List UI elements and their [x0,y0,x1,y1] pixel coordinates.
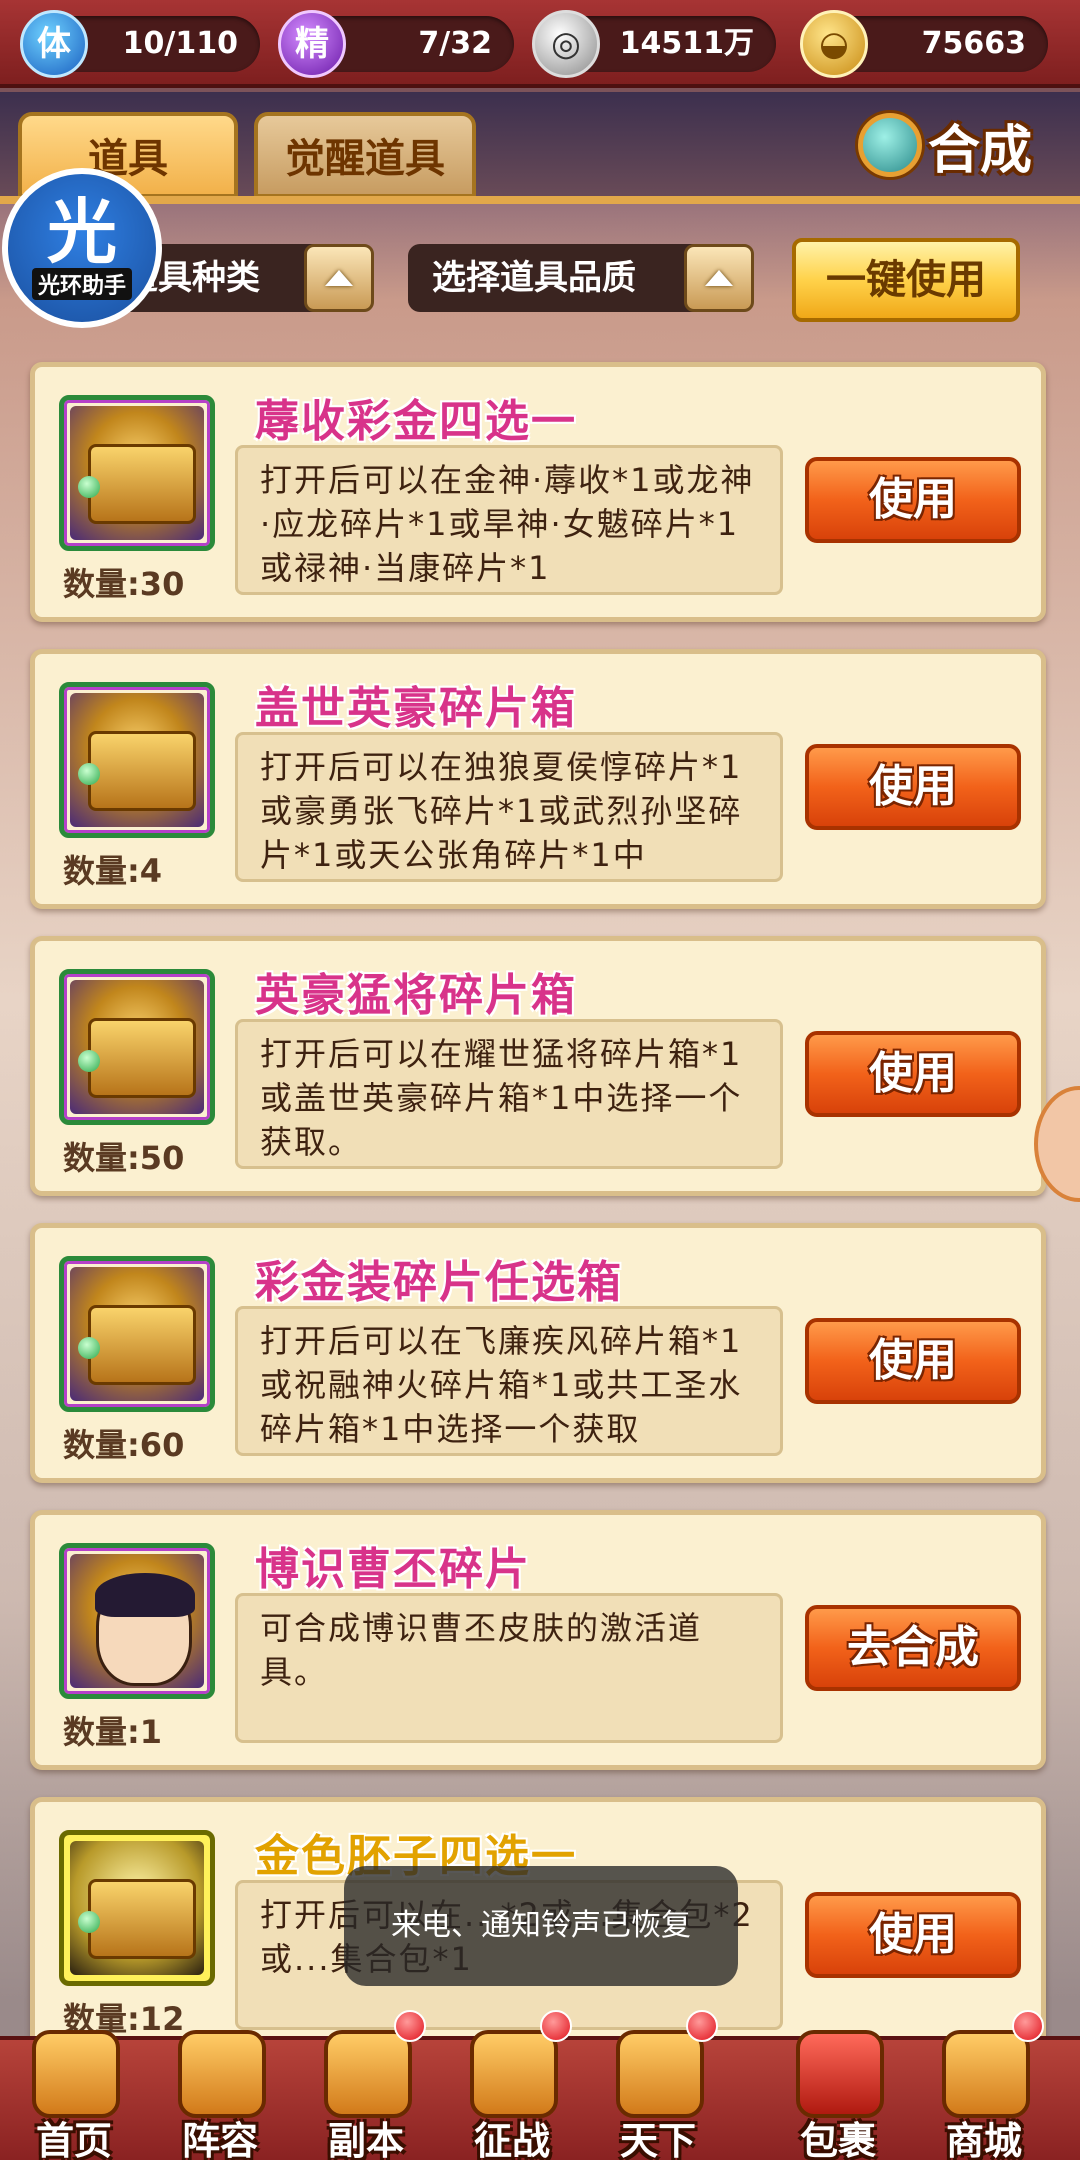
stamina-icon: 体 [20,10,88,78]
item-quantity: 数量:50 [63,1139,185,1177]
stamina-counter[interactable]: 体 10/110 [20,10,260,78]
nav-label: 首页 [35,2119,112,2160]
list-item: 数量:50 英豪猛将碎片箱 打开后可以在耀世猛将碎片箱*1或盖世英豪碎片箱*1中… [30,936,1046,1196]
home-icon [32,2030,120,2118]
nav-label: 天下 [619,2119,696,2160]
use-button[interactable]: 使用 [805,1031,1021,1117]
list-item: 数量:60 彩金装碎片任选箱 打开后可以在飞廉疾风碎片箱*1或祝融神火碎片箱*1… [30,1223,1046,1483]
item-thumbnail[interactable] [59,395,215,551]
shop-bell-icon [942,2030,1030,2118]
stamina-value: 10/110 [122,26,238,61]
coin-value: 14511万 [619,26,754,61]
coin-icon: ◎ [532,10,600,78]
synthesis-icon [858,113,922,177]
item-name: 彩金装碎片任选箱 [255,1257,623,1308]
dungeon-icon [324,2030,412,2118]
spirit-value: 7/32 [418,26,492,61]
nav-shop[interactable]: 商城 [912,2010,1056,2160]
nav-bag[interactable]: 包裹 [766,2030,910,2160]
list-item: 数量:4 盖世英豪碎片箱 打开后可以在独狼夏侯惇碎片*1或豪勇张飞碎片*1或武烈… [30,649,1046,909]
nav-label: 副本 [327,2119,404,2160]
notification-dot [394,2010,426,2042]
list-item: 数量:30 蓐收彩金四选一 打开后可以在金神·蓐收*1或龙神·应龙碎片*1或旱神… [30,362,1046,622]
use-button[interactable]: 使用 [805,1892,1021,1978]
spirit-counter[interactable]: 精 7/32 [278,10,514,78]
gold-counter[interactable]: ◒ 75663 [800,10,1048,78]
helper-label: 光环助手 [31,268,132,300]
synthesis-button[interactable]: 合成 [858,104,1058,186]
item-name: 英豪猛将碎片箱 [255,970,577,1021]
nav-campaign[interactable]: 征战 [440,2010,584,2160]
nav-home[interactable]: 首页 [2,2030,146,2160]
toast-notification: 来电、通知铃声已恢复 [344,1866,738,1986]
scroll-icon [616,2030,704,2118]
item-description: 打开后可以在飞廉疾风碎片箱*1或祝融神火碎片箱*1或共工圣水碎片箱*1中选择一个… [235,1306,783,1456]
lineup-icon [178,2030,266,2118]
item-description: 打开后可以在金神·蓐收*1或龙神·应龙碎片*1或旱神·女魃碎片*1或禄神·当康碎… [235,445,783,595]
chevron-up-icon[interactable] [684,244,754,312]
chevron-up-icon[interactable] [304,244,374,312]
gold-value: 75663 [921,26,1026,61]
item-thumbnail[interactable] [59,682,215,838]
item-quality-label: 选择道具品质 [432,258,636,298]
tab-awakening-items[interactable]: 觉醒道具 [254,112,476,198]
item-description: 打开后可以在耀世猛将碎片箱*1或盖世英豪碎片箱*1中选择一个获取。 [235,1019,783,1169]
nav-label: 商城 [945,2119,1022,2160]
synthesize-button[interactable]: 去合成 [805,1605,1021,1691]
bag-icon [796,2030,884,2118]
nav-lineup[interactable]: 阵容 [148,2030,292,2160]
resource-bar: 体 10/110 精 7/32 ◎ 14511万 ◒ 75663 [0,0,1080,88]
list-item: 数量:1 博识曹丕碎片 可合成博识曹丕皮肤的激活道具。 去合成 [30,1510,1046,1770]
item-name: 盖世英豪碎片箱 [255,683,577,734]
item-quantity: 数量:30 [63,565,185,603]
nav-label: 征战 [473,2119,550,2160]
use-button[interactable]: 使用 [805,744,1021,830]
use-button[interactable]: 使用 [805,457,1021,543]
target-icon [470,2030,558,2118]
item-description: 可合成博识曹丕皮肤的激活道具。 [235,1593,783,1743]
notification-dot [686,2010,718,2042]
item-quality-filter[interactable]: 选择道具品质 [408,244,754,312]
item-thumbnail[interactable] [59,969,215,1125]
item-list: 数量:30 蓐收彩金四选一 打开后可以在金神·蓐收*1或龙神·应龙碎片*1或旱神… [30,362,1046,2084]
item-thumbnail[interactable] [59,1830,215,1986]
synthesis-label: 合成 [928,120,1033,181]
nav-label: 阵容 [181,2119,258,2160]
helper-glyph: 光 [47,191,117,273]
tab-underline [0,196,1080,204]
notification-dot [1012,2010,1044,2042]
item-quantity: 数量:4 [63,852,163,890]
gold-ingot-icon: ◒ [800,10,868,78]
spirit-icon: 精 [278,10,346,78]
coin-counter[interactable]: ◎ 14511万 [532,10,776,78]
item-quantity: 数量:1 [63,1713,163,1751]
item-description: 打开后可以在独狼夏侯惇碎片*1或豪勇张飞碎片*1或武烈孙坚碎片*1或天公张角碎片… [235,732,783,882]
notification-dot [540,2010,572,2042]
item-name: 蓐收彩金四选一 [255,396,577,447]
helper-badge[interactable]: 光 光环助手 [2,168,162,328]
item-quantity: 数量:60 [63,1426,185,1464]
use-button[interactable]: 使用 [805,1318,1021,1404]
nav-label: 包裹 [799,2119,876,2160]
use-all-button[interactable]: 一键使用 [792,238,1020,322]
item-name: 博识曹丕碎片 [255,1544,531,1595]
item-thumbnail[interactable] [59,1256,215,1412]
nav-world[interactable]: 天下 [586,2010,730,2160]
item-thumbnail[interactable] [59,1543,215,1699]
bottom-nav: 首页 阵容 副本 征战 天下 包裹 商城 [0,2010,1080,2160]
nav-dungeon[interactable]: 副本 [294,2010,438,2160]
